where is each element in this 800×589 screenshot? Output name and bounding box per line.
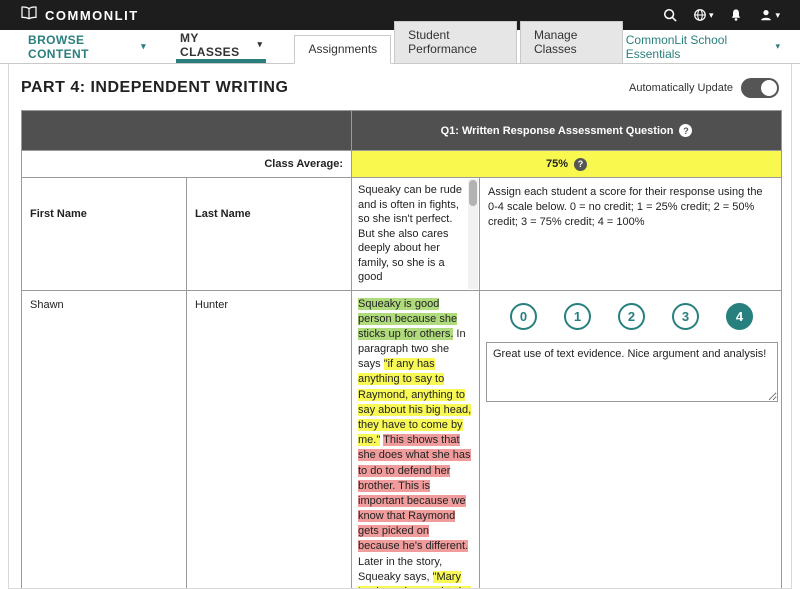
response-segment: Later in the story, Squeaky says, bbox=[358, 555, 443, 583]
secondary-nav: BROWSE CONTENT ▾ MY CLASSES ▾ Assignment… bbox=[0, 21, 800, 64]
toggle-knob bbox=[761, 80, 777, 96]
student-response: Squeaky is good person because she stick… bbox=[352, 291, 479, 588]
nav-browse-content-label: BROWSE CONTENT bbox=[28, 32, 89, 61]
question-header-label: Q1: Written Response Assessment Question bbox=[440, 124, 674, 137]
grading-table: Q1: Written Response Assessment Question… bbox=[21, 110, 783, 588]
auto-update-toggle[interactable] bbox=[741, 78, 779, 98]
score-buttons: 01234 bbox=[486, 302, 775, 330]
class-average-label: Class Average: bbox=[21, 150, 352, 178]
chevron-down-icon: ▾ bbox=[708, 9, 714, 20]
tab-assignments[interactable]: Assignments bbox=[294, 35, 392, 64]
score-button-1[interactable]: 1 bbox=[564, 302, 591, 330]
search-icon[interactable] bbox=[663, 8, 677, 22]
student-first-name: Shawn bbox=[21, 289, 187, 588]
chevron-down-icon: ▾ bbox=[775, 41, 780, 51]
nav-my-classes-label: MY CLASSES bbox=[180, 30, 240, 59]
score-button-0[interactable]: 0 bbox=[510, 302, 537, 330]
class-average-cell: 75% ? bbox=[350, 150, 783, 178]
chevron-down-icon: ▾ bbox=[775, 9, 780, 20]
prompt-preview-text: Squeaky can be rude and is often in figh… bbox=[358, 184, 462, 284]
brand-name: COMMONLIT bbox=[45, 7, 139, 23]
class-tabs: Assignments Student Performance Manage C… bbox=[294, 21, 625, 64]
page-header: PART 4: INDEPENDENT WRITING Automaticall… bbox=[21, 78, 779, 98]
chevron-down-icon: ▾ bbox=[257, 39, 263, 49]
column-last-name: Last Name bbox=[186, 177, 352, 291]
scrollbar-thumb[interactable] bbox=[469, 180, 477, 206]
scrollbar[interactable] bbox=[468, 179, 478, 289]
scale-instructions-text: Assign each student a score for their re… bbox=[488, 186, 763, 228]
commonlit-logo[interactable]: COMMONLIT bbox=[20, 5, 139, 25]
nav-browse-content[interactable]: BROWSE CONTENT ▾ bbox=[24, 30, 150, 63]
globe-menu-button[interactable]: ▾ bbox=[693, 8, 714, 22]
student-last-name: Hunter bbox=[186, 289, 352, 588]
book-icon bbox=[20, 5, 38, 25]
column-first-name: First Name bbox=[21, 177, 187, 291]
class-average-value: 75% bbox=[545, 158, 569, 170]
student-response-cell: Squeaky is good person because she stick… bbox=[351, 289, 480, 588]
column-header-row: First Name Last Name Squeaky can be rude… bbox=[21, 177, 783, 291]
scale-instructions-cell: Assign each student a score for their re… bbox=[478, 177, 783, 291]
student-row: Shawn Hunter Squeaky is good person beca… bbox=[21, 289, 783, 588]
help-icon[interactable]: ? bbox=[679, 124, 693, 137]
prompt-preview-cell: Squeaky can be rude and is often in figh… bbox=[351, 177, 480, 291]
student-score-cell: 01234 Great use of text evidence. Nice a… bbox=[478, 289, 783, 588]
user-menu-button[interactable]: ▾ bbox=[759, 8, 780, 22]
score-button-3[interactable]: 3 bbox=[672, 302, 699, 330]
teacher-comment-input[interactable]: Great use of text evidence. Nice argumen… bbox=[486, 341, 778, 402]
school-selector-label: CommonLit School Essentials bbox=[625, 32, 728, 61]
page-title: PART 4: INDEPENDENT WRITING bbox=[21, 79, 289, 96]
score-button-2[interactable]: 2 bbox=[618, 302, 645, 330]
question-header-spacer bbox=[21, 110, 352, 151]
auto-update-label: Automatically Update bbox=[629, 82, 733, 94]
assignments-page: PART 4: INDEPENDENT WRITING Automaticall… bbox=[8, 64, 792, 589]
question-header-cell: Q1: Written Response Assessment Question… bbox=[350, 110, 783, 151]
topbar-actions: ▾ ▾ bbox=[663, 8, 780, 22]
bell-icon[interactable] bbox=[729, 8, 743, 22]
score-button-4[interactable]: 4 bbox=[726, 302, 753, 330]
response-segment: Squeaky is good person because she stick… bbox=[358, 297, 458, 340]
nav-my-classes[interactable]: MY CLASSES ▾ bbox=[176, 30, 267, 63]
tab-student-performance[interactable]: Student Performance bbox=[394, 21, 517, 64]
auto-update-control: Automatically Update bbox=[629, 78, 779, 98]
class-average-row: Class Average: 75% ? bbox=[21, 150, 783, 178]
school-selector[interactable]: CommonLit School Essentials ▾ bbox=[626, 33, 780, 61]
question-header-row: Q1: Written Response Assessment Question… bbox=[21, 110, 783, 151]
response-segment: "if any has anything to say to Raymond, … bbox=[358, 358, 472, 447]
tab-manage-classes[interactable]: Manage Classes bbox=[520, 21, 623, 64]
response-segment: This shows that she does what she has to… bbox=[358, 434, 471, 553]
help-icon[interactable]: ? bbox=[574, 157, 588, 171]
user-icon bbox=[759, 8, 773, 22]
globe-icon bbox=[693, 8, 707, 22]
chevron-down-icon: ▾ bbox=[141, 41, 147, 51]
